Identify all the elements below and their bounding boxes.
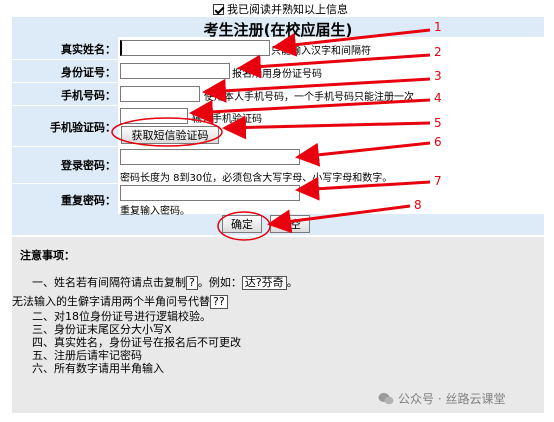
annotation-number-4: 4 (434, 91, 442, 105)
sms-input[interactable] (120, 108, 188, 124)
phone-label: 手机号码： (61, 89, 116, 102)
page-edge (0, 414, 554, 422)
clear-button[interactable]: 清空 (270, 215, 310, 233)
idcard-row: 身份证号： 报名所用身份证号码 (12, 60, 544, 82)
phone-row: 手机号码： 使用本人手机号码，一个手机号码只能注册一次 (12, 83, 544, 105)
idcard-cell: 报名所用身份证号码 (118, 60, 544, 82)
watermark: 公众号 · 丝路云课堂 (378, 390, 505, 407)
name-input[interactable] (120, 40, 270, 56)
get-sms-code-button[interactable]: 获取短信验证码 (121, 126, 219, 144)
registration-form: 考生注册(在校应届生) 真实姓名： 只能输入汉字和间隔符 身份证号： 报名所用身… (12, 17, 544, 235)
phone-cell: 使用本人手机号码，一个手机号码只能注册一次 (118, 83, 544, 105)
watermark-text: 公众号 · 丝路云课堂 (398, 392, 506, 406)
example-name-box: 达?芬奇 (241, 276, 287, 290)
idcard-input[interactable] (120, 63, 230, 79)
annotation-number-8: 8 (414, 198, 422, 212)
repeat-row: 重复密码： 重复输入密码。 (12, 184, 544, 217)
name-hint: 只能输入汉字和间隔符 (271, 46, 371, 57)
double-question-box[interactable]: ?? (210, 295, 228, 309)
repeat-cell: 重复输入密码。 (118, 184, 544, 217)
notice-line-7: 六、所有数字请用半角输入 (32, 362, 164, 375)
agreement-row: 我已阅读并熟知以上信息 (213, 2, 348, 16)
sms-hint: 输入手机验证码 (192, 114, 262, 125)
idcard-hint: 报名所用身份证号码 (232, 69, 322, 80)
wechat-icon (378, 393, 394, 405)
name-row: 真实姓名： 只能输入汉字和间隔符 (12, 37, 544, 59)
notice-line-1-text: 一、姓名若有间隔符请点击复制 (32, 276, 186, 289)
notice-line-1-end: 。 (286, 276, 298, 289)
notice-line-1: 一、姓名若有间隔符请点击复制? 。例如： 达?芬奇。 (32, 274, 298, 290)
agreement-label: 我已阅读并熟知以上信息 (227, 3, 348, 16)
sms-cell: 输入手机验证码 获取短信验证码 (118, 106, 544, 146)
notice-line-2-text: 无法输入的生僻字请用两个半角问号代替 (12, 295, 210, 308)
sms-row: 手机验证码： 输入手机验证码 获取短信验证码 (12, 106, 544, 146)
repeat-hint: 重复输入密码。 (120, 206, 190, 217)
password-row: 登录密码： 密码长度为 8到30位，必须包含大写字母、小写字母和数字。 (12, 147, 544, 184)
agreement-checkbox[interactable] (213, 3, 224, 15)
notice-line-1-example-label: 。例如： (197, 276, 242, 289)
annotation-number-6: 6 (434, 135, 442, 149)
idcard-label: 身份证号： (61, 66, 116, 79)
annotation-number-2: 2 (434, 45, 442, 59)
annotation-number-3: 3 (434, 69, 442, 83)
notice-line-2: 无法输入的生僻字请用两个半角问号代替?? (12, 293, 228, 309)
sms-label: 手机验证码： (50, 121, 116, 134)
repeat-label: 重复密码： (61, 194, 116, 207)
annotation-number-1: 1 (434, 20, 442, 34)
password-label: 登录密码： (61, 159, 116, 172)
name-cell: 只能输入汉字和间隔符 (118, 37, 544, 59)
phone-hint: 使用本人手机号码，一个手机号码只能注册一次 (204, 92, 414, 103)
name-label: 真实姓名： (61, 43, 116, 56)
phone-input[interactable] (120, 86, 200, 102)
notice-panel: 注意事项： 一、姓名若有间隔符请点击复制? 。例如： 达?芬奇。 无法输入的生僻字请… (12, 237, 544, 413)
annotation-number-5: 5 (434, 116, 442, 130)
copy-separator-button[interactable]: ? (186, 276, 198, 290)
password-hint: 密码长度为 8到30位，必须包含大写字母、小写字母和数字。 (120, 173, 393, 184)
repeat-password-input[interactable] (120, 185, 300, 201)
password-cell: 密码长度为 8到30位，必须包含大写字母、小写字母和数字。 (118, 147, 544, 184)
notice-heading: 注意事项： (20, 249, 75, 262)
annotation-number-7: 7 (434, 174, 442, 188)
confirm-button[interactable]: 确定 (222, 215, 262, 233)
password-input[interactable] (120, 149, 300, 165)
